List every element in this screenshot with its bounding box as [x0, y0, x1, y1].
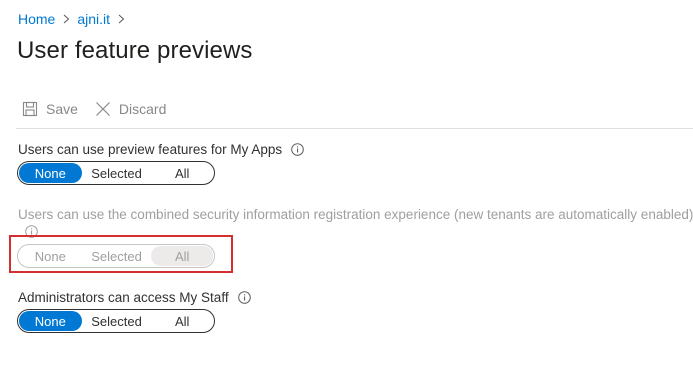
info-icon[interactable]	[237, 291, 251, 304]
option-none[interactable]: None	[19, 163, 82, 183]
setting-label-text: Administrators can access My Staff	[18, 290, 229, 305]
toolbar-divider	[16, 128, 693, 129]
discard-button-label: Discard	[118, 101, 167, 117]
chevron-right-icon	[63, 14, 70, 24]
chevron-right-icon	[118, 14, 125, 24]
option-selected[interactable]: Selected	[84, 311, 150, 331]
option-all[interactable]: All	[151, 311, 213, 331]
my-staff-toggle: None Selected All	[17, 309, 215, 333]
save-icon	[22, 101, 38, 117]
option-selected[interactable]: Selected	[84, 163, 150, 183]
info-icon[interactable]	[291, 143, 304, 156]
breadcrumb-tenant-link[interactable]: ajni.it	[77, 11, 110, 27]
setting-label-text: Users can use the combined security info…	[18, 207, 693, 222]
setting-my-apps-preview-label: Users can use preview features for My Ap…	[18, 142, 304, 157]
setting-combined-security-label: Users can use the combined security info…	[18, 207, 693, 222]
setting-label-text: Users can use preview features for My Ap…	[18, 142, 283, 157]
save-button[interactable]: Save	[22, 101, 78, 117]
breadcrumb-separator	[63, 11, 70, 27]
breadcrumb-separator-trailing	[118, 11, 125, 27]
command-bar: Save Discard	[22, 101, 166, 117]
breadcrumb: Home ajni.it	[18, 11, 132, 27]
discard-button[interactable]: Discard	[95, 101, 166, 117]
save-button-label: Save	[46, 101, 78, 117]
highlight-annotation-box	[9, 235, 233, 273]
option-none[interactable]: None	[19, 311, 82, 331]
my-apps-preview-toggle: None Selected All	[17, 161, 215, 185]
close-icon	[95, 101, 111, 117]
page-title: User feature previews	[17, 37, 253, 64]
option-all[interactable]: All	[151, 163, 213, 183]
setting-my-staff-label: Administrators can access My Staff	[18, 290, 251, 305]
breadcrumb-home-link[interactable]: Home	[18, 11, 55, 27]
